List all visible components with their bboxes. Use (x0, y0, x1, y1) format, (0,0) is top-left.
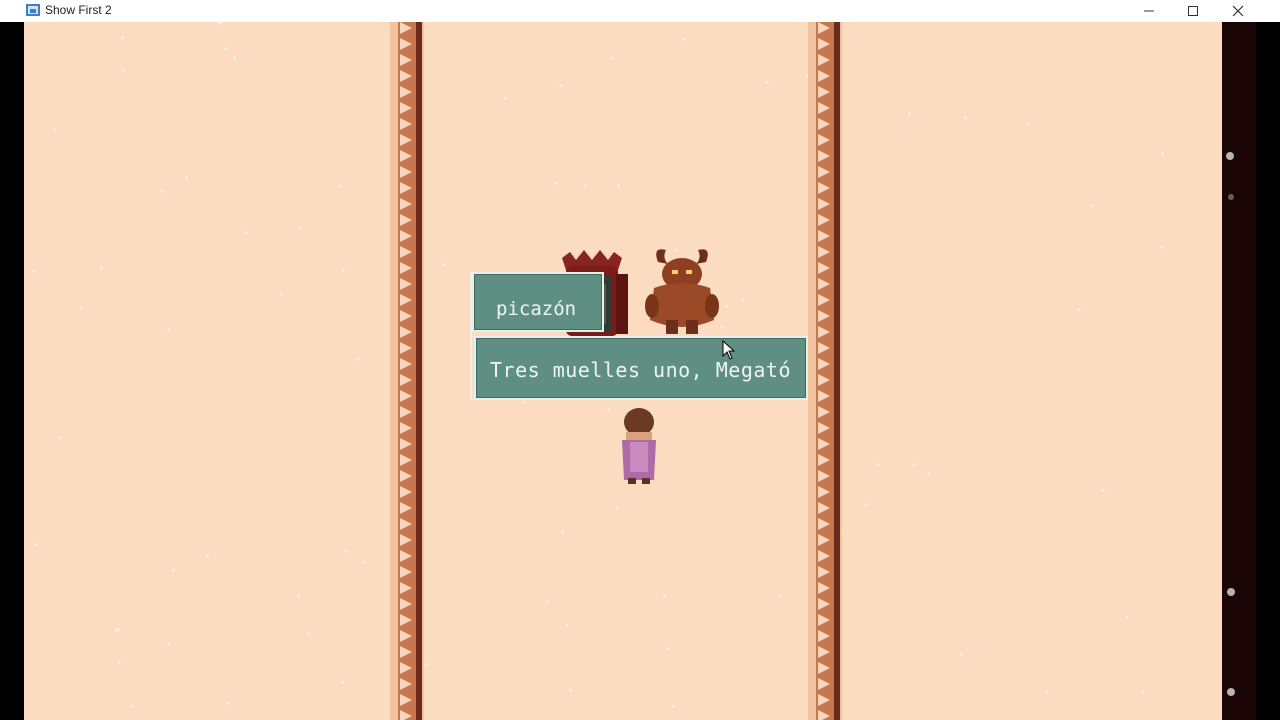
snow-flake (766, 81, 769, 84)
snow-flake (115, 629, 118, 632)
snow-flake (913, 463, 916, 466)
snow-flake (566, 623, 569, 626)
mouse-pointer-icon (722, 340, 736, 360)
close-icon (1232, 5, 1244, 17)
snow-flake (721, 326, 724, 329)
snow-flake (172, 569, 175, 572)
snow-flake (59, 436, 62, 439)
snow-flake (356, 358, 359, 361)
snow-flake (442, 263, 445, 266)
snow-flake (1027, 122, 1030, 125)
snow-flake (341, 681, 344, 684)
track-dot (1228, 194, 1234, 200)
window-title: Show First 2 (45, 3, 112, 17)
snow-flake (32, 270, 35, 273)
snow-flake (908, 112, 911, 115)
game-viewport[interactable]: picazón Tres muelles uno, Megató (24, 22, 1222, 720)
snow-flake (206, 555, 209, 558)
snow-flake (877, 463, 880, 466)
snow-flake (666, 647, 669, 650)
snow-flake (167, 328, 170, 331)
snow-flake (245, 231, 248, 234)
snow-flake (298, 226, 301, 229)
snow-flake (964, 116, 967, 119)
speaker-name: picazón (496, 298, 577, 320)
maximize-button[interactable] (1171, 0, 1215, 22)
snow-flake (611, 57, 614, 60)
snow-flake (741, 299, 744, 302)
rock-wall-left (390, 22, 424, 720)
snow-flake (1141, 691, 1144, 694)
snow-flake (522, 401, 525, 404)
snow-flake (185, 176, 188, 179)
snow-flake (80, 306, 83, 309)
snow-flake (559, 84, 562, 87)
snow-flake (121, 36, 124, 39)
snow-flake (167, 642, 170, 645)
snow-flake (584, 184, 587, 187)
snow-flake (554, 182, 557, 185)
snow-flake (616, 506, 619, 509)
snow-flake (345, 550, 348, 553)
snow-flake (362, 561, 365, 564)
close-button[interactable] (1216, 0, 1260, 22)
snow-flake (224, 47, 227, 50)
dialog-message: Tres muelles uno, Megató (490, 358, 791, 382)
snow-flake (122, 69, 125, 72)
maximize-icon (1188, 6, 1198, 16)
right-scroll-track (1222, 22, 1256, 720)
snow-flake (779, 594, 782, 597)
snow-flake (683, 38, 686, 41)
app-icon (26, 4, 40, 16)
snow-flake (130, 705, 133, 708)
snow-flake (725, 305, 728, 308)
snow-flake (118, 661, 121, 664)
snow-flake (1161, 152, 1164, 155)
snow-flake (233, 56, 236, 59)
snow-flake (161, 190, 164, 193)
hero-sprite (622, 408, 656, 484)
rock-wall-right (808, 22, 842, 720)
snow-flake (1078, 308, 1081, 311)
snow-flake (280, 293, 283, 296)
snow-flake (663, 595, 666, 598)
window-titlebar[interactable]: Show First 2 (0, 0, 1280, 22)
snow-flake (617, 184, 620, 187)
snow-flake (34, 543, 37, 546)
snow-flake (342, 269, 345, 272)
snow-flake (297, 595, 300, 598)
snow-flake (53, 128, 56, 131)
snow-flake (504, 97, 507, 100)
snow-flake (226, 702, 229, 705)
snow-flake (569, 689, 572, 692)
snow-flake (338, 185, 341, 188)
snow-flake (927, 472, 930, 475)
right-letterbox (1256, 22, 1280, 720)
snow-flake (219, 22, 222, 25)
snow-flake (1045, 690, 1048, 693)
snow-flake (1090, 204, 1093, 207)
snow-flake (100, 267, 103, 270)
speaker-name-box: picazón (472, 272, 604, 332)
snow-flake (561, 531, 564, 534)
snow-flake (1102, 489, 1105, 492)
snow-flake (672, 705, 675, 708)
minimize-icon (1144, 10, 1154, 12)
track-dot (1226, 152, 1234, 160)
horned-demon-sprite (645, 249, 719, 334)
track-dot (1227, 688, 1235, 696)
snow-flake (425, 663, 428, 666)
snow-flake (960, 653, 963, 656)
snow-flake (607, 408, 610, 411)
snow-flake (307, 632, 310, 635)
snow-flake (1160, 246, 1163, 249)
track-dot (1227, 588, 1235, 596)
minimize-button[interactable] (1127, 0, 1171, 22)
left-letterbox (0, 22, 24, 720)
snow-flake (546, 600, 549, 603)
message-box[interactable]: Tres muelles uno, Megató (474, 336, 808, 400)
snow-flake (1126, 615, 1129, 618)
snow-flake (865, 503, 868, 506)
